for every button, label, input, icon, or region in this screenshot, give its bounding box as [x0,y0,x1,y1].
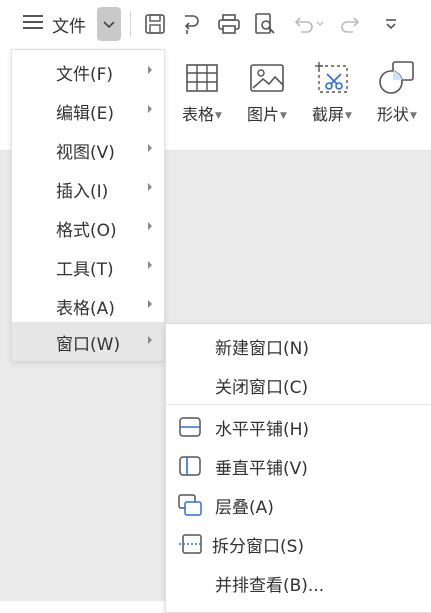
submenu-item-split-window[interactable]: 拆分窗口(S) [166,524,431,563]
hamburger-icon [22,13,44,35]
table-icon [180,58,224,98]
ribbon-shape-button[interactable]: 形状▼ [367,58,427,128]
shape-icon [375,58,419,98]
menu-item-table[interactable]: 表格(A) [12,286,164,325]
submenu-item-label: 层叠(A) [215,498,274,518]
main-dropdown-menu: 文件(F) 编辑(E) 视图(V) 插入(I) 格式(O) 工具(T) 表格(A… [11,49,165,361]
ribbon-shape-label: 形状 [377,105,410,124]
menu-item-format[interactable]: 格式(O) [12,208,164,247]
caret-down-icon: ▼ [345,110,352,121]
caret-down-icon: ▼ [215,110,222,121]
main-menu-button[interactable]: 文件 [22,10,86,38]
menu-item-label: 视图(V) [56,143,115,163]
menu-item-label: 编辑(E) [56,104,115,124]
submenu-arrow-icon [148,336,152,344]
menu-item-label: 格式(O) [56,221,117,241]
submenu-item-close-window[interactable]: 关闭窗口(C) [166,365,431,404]
split-window-icon [178,532,202,556]
menu-item-label: 表格(A) [56,299,115,319]
main-menu-label: 文件 [52,16,86,37]
quick-access-toolbar: 文件 [0,0,431,48]
chevron-down-icon [102,15,116,34]
menu-item-insert[interactable]: 插入(I) [12,169,164,208]
vertical-tile-icon [178,454,202,478]
menu-item-label: 工具(T) [56,260,114,280]
menu-item-label: 插入(I) [56,182,109,202]
submenu-item-side-by-side[interactable]: 并排查看(B)... [166,563,431,602]
cascade-icon [178,493,202,517]
submenu-item-label: 拆分窗口(S) [212,537,305,557]
menu-item-edit[interactable]: 编辑(E) [12,91,164,130]
submenu-item-tile-vertical[interactable]: 垂直平铺(V) [166,446,431,485]
menu-item-view[interactable]: 视图(V) [12,130,164,169]
ribbon-screenshot-button[interactable]: 截屏▼ [302,58,362,128]
ribbon-table-button[interactable]: 表格▼ [172,58,232,128]
horizontal-tile-icon [178,415,202,439]
submenu-arrow-icon [148,66,152,74]
window-submenu: 新建窗口(N) 关闭窗口(C) 水平平铺(H) 垂直平铺(V) 层叠(A) 拆分… [165,323,431,613]
menu-item-label: 窗口(W) [56,335,121,355]
menu-item-file[interactable]: 文件(F) [12,52,164,91]
submenu-divider [166,404,431,405]
customize-toolbar-icon[interactable] [377,10,405,38]
ribbon-screenshot-label: 截屏 [312,105,345,124]
screenshot-icon [310,58,354,98]
menu-item-window[interactable]: 窗口(W) [12,322,164,361]
submenu-item-cascade[interactable]: 层叠(A) [166,485,431,524]
redo-icon[interactable] [338,10,366,38]
output-convert-icon[interactable] [177,10,205,38]
submenu-item-label: 新建窗口(N) [215,339,309,359]
submenu-arrow-icon [148,105,152,113]
submenu-item-new-window[interactable]: 新建窗口(N) [166,326,431,365]
submenu-item-label: 并排查看(B)... [215,576,325,596]
save-icon[interactable] [141,10,169,38]
menu-item-tools[interactable]: 工具(T) [12,247,164,286]
submenu-item-label: 关闭窗口(C) [215,378,309,398]
submenu-item-label: 水平平铺(H) [215,420,310,440]
print-icon[interactable] [215,10,243,38]
submenu-item-label: 垂直平铺(V) [215,459,308,479]
submenu-item-tile-horizontal[interactable]: 水平平铺(H) [166,407,431,446]
submenu-arrow-icon [148,300,152,308]
submenu-arrow-icon [148,222,152,230]
caret-down-icon: ▼ [410,110,417,121]
picture-icon [245,58,289,98]
ribbon-picture-label: 图片 [247,105,280,124]
submenu-arrow-icon [148,144,152,152]
toolbar-divider [130,10,131,38]
print-preview-icon[interactable] [251,10,279,38]
submenu-arrow-icon [148,261,152,269]
main-menu-dropdown-button[interactable] [97,7,121,41]
ribbon-table-label: 表格 [182,105,215,124]
ribbon-picture-button[interactable]: 图片▼ [237,58,297,128]
menu-item-label: 文件(F) [56,65,114,85]
caret-down-icon: ▼ [280,110,287,121]
submenu-arrow-icon [148,183,152,191]
undo-icon[interactable] [290,10,326,38]
